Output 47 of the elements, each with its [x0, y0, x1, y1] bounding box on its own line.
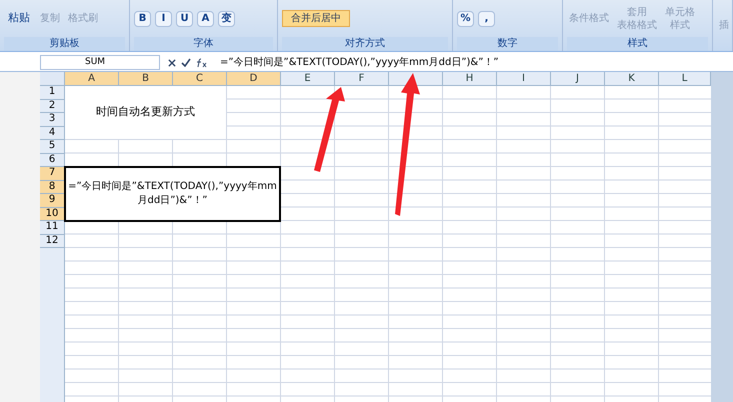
- merge-center-button[interactable]: 合并后居中: [282, 10, 350, 27]
- group-label: 字体: [134, 37, 273, 51]
- scroll-bar[interactable]: [711, 72, 733, 402]
- group-label: 样式: [567, 37, 708, 51]
- format-button[interactable]: B: [134, 10, 151, 26]
- column-header[interactable]: E: [281, 72, 335, 86]
- column-header[interactable]: A: [65, 72, 119, 86]
- column-header[interactable]: L: [659, 72, 711, 86]
- column-header[interactable]: K: [605, 72, 659, 86]
- row-header[interactable]: 12: [40, 234, 64, 248]
- name-box[interactable]: SUM: [40, 55, 160, 70]
- selected-merged-cell[interactable]: =”今日时间是”&TEXT(TODAY(),”yyyy年mm月dd日”)&”！”: [64, 166, 281, 222]
- format-button[interactable]: 变: [218, 10, 235, 26]
- paste-button[interactable]: 粘贴: [4, 4, 34, 34]
- column-header[interactable]: I: [497, 72, 551, 86]
- format-button[interactable]: ,: [478, 10, 495, 26]
- column-header[interactable]: C: [173, 72, 227, 86]
- format-button[interactable]: U: [176, 10, 193, 26]
- function-icon[interactable]: [196, 58, 208, 68]
- row-header[interactable]: 4: [40, 126, 64, 140]
- column-header[interactable]: B: [119, 72, 173, 86]
- row-header[interactable]: 9: [40, 194, 64, 208]
- row-header[interactable]: 3: [40, 113, 64, 126]
- group-label: 剪贴板: [4, 37, 125, 51]
- column-header[interactable]: H: [443, 72, 497, 86]
- row-header[interactable]: 1: [40, 86, 64, 100]
- formula-field[interactable]: =”今日时间是”&TEXT(TODAY(),”yyyy年mm月dd日”)&”！”: [220, 55, 499, 70]
- row-header[interactable]: 6: [40, 154, 64, 167]
- row-header[interactable]: 7: [40, 167, 64, 180]
- check-icon[interactable]: [181, 58, 191, 67]
- column-header[interactable]: J: [551, 72, 605, 86]
- column-header[interactable]: F: [335, 72, 389, 86]
- row-header[interactable]: 10: [40, 208, 64, 221]
- row-header[interactable]: 2: [40, 100, 64, 113]
- format-button[interactable]: I: [155, 10, 172, 26]
- row-header[interactable]: 11: [40, 221, 64, 234]
- column-header[interactable]: [389, 72, 443, 86]
- cell-text: =”今日时间是”&TEXT(TODAY(),”yyyy年mm月dd日”)&”！”: [67, 180, 278, 208]
- close-icon[interactable]: [168, 58, 176, 66]
- format-button[interactable]: %: [457, 10, 474, 26]
- row-header[interactable]: 5: [40, 140, 64, 154]
- column-header[interactable]: D: [227, 72, 281, 86]
- group-label: 对齐方式: [282, 37, 448, 51]
- row-header[interactable]: 8: [40, 180, 64, 194]
- group-label: 数字: [457, 37, 558, 51]
- format-button[interactable]: A: [197, 10, 214, 26]
- cell-text: 时间自动名更新方式: [96, 104, 195, 120]
